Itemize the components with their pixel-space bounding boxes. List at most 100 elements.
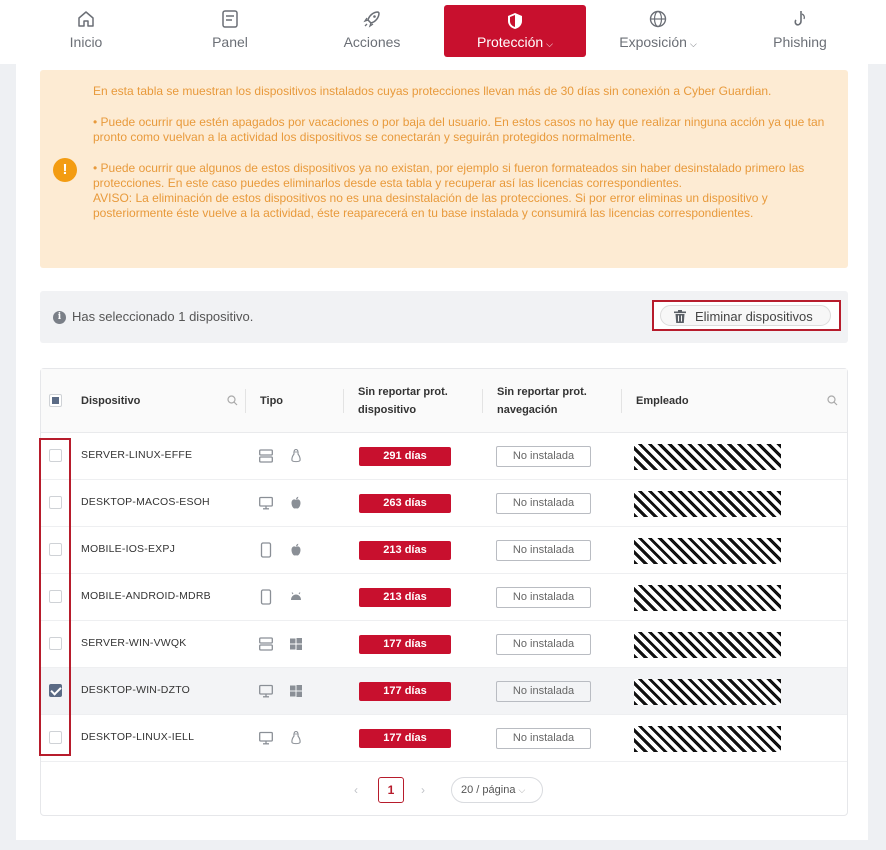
chevron-down-icon: ⌵ <box>689 39 697 49</box>
selection-text: Has seleccionado 1 dispositivo. <box>72 309 254 324</box>
trash-icon <box>674 310 686 323</box>
alert-text: En esta tabla se muestran los dispositiv… <box>93 84 838 221</box>
nav-item-panel[interactable]: Panel <box>160 0 300 60</box>
days-badge: 213 días <box>359 588 451 607</box>
nav-item-inicio[interactable]: Inicio <box>16 0 156 60</box>
select-all-checkbox[interactable] <box>49 394 62 407</box>
apple-icon <box>289 542 303 558</box>
alert-sentence: • Puede ocurrir que algunos de estos dis… <box>93 161 805 190</box>
column-separator <box>245 389 246 413</box>
hook-icon <box>794 11 806 26</box>
nav-status-badge: No instalada <box>496 634 591 655</box>
nav-status-badge: No instalada <box>496 540 591 561</box>
mobile-icon <box>259 542 273 558</box>
mobile-icon <box>259 589 273 605</box>
page-1-button[interactable]: 1 <box>378 777 404 803</box>
header-employee: Empleado <box>636 395 689 407</box>
nav-item-proteccion[interactable]: Protección ⌵ <box>444 5 586 57</box>
nav-label: Exposición <box>619 34 687 50</box>
column-separator <box>482 389 483 413</box>
employee-redacted <box>634 444 781 470</box>
android-icon <box>289 589 303 605</box>
employee-redacted <box>634 726 781 752</box>
panel-icon <box>222 10 238 28</box>
table-row[interactable]: SERVER-WIN-VWQK 177 días No instalada <box>41 621 847 668</box>
device-name: SERVER-WIN-VWQK <box>81 637 187 649</box>
search-icon[interactable] <box>227 395 238 406</box>
alert-notice: AVISO: La eliminación de estos dispositi… <box>93 191 768 220</box>
header-prot-nav-line1: Sin reportar prot. <box>497 386 587 398</box>
column-separator <box>621 389 622 413</box>
alert-paragraph: • Puede ocurrir que algunos de estos dis… <box>93 161 838 221</box>
pagination: ‹ 1 › 20 / página ⌵ <box>41 777 847 807</box>
nav-status-badge: No instalada <box>496 446 591 467</box>
nav-label: Panel <box>212 34 248 50</box>
server-icon <box>259 636 273 652</box>
page-size-value: 20 / página <box>461 784 516 796</box>
main-card: ! En esta tabla se muestran los disposit… <box>16 64 868 840</box>
rocket-icon <box>363 11 380 28</box>
chevron-down-icon: ⌵ <box>518 785 526 795</box>
header-prot-nav: Sin reportar prot. navegación <box>497 383 587 419</box>
device-name: MOBILE-IOS-EXPJ <box>81 543 176 555</box>
nav-label: Acciones <box>343 34 401 50</box>
device-name: DESKTOP-LINUX-IELL <box>81 731 195 743</box>
table-row[interactable]: DESKTOP-MACOS-ESOH 263 días No instalada <box>41 480 847 527</box>
checkbox-column-highlight <box>39 438 71 756</box>
nav-item-exposicion[interactable]: Exposición ⌵ <box>588 0 728 60</box>
nav-label: Protección <box>477 34 544 50</box>
days-badge: 177 días <box>359 682 451 701</box>
header-prot-device-line2: dispositivo <box>358 404 417 416</box>
device-name: MOBILE-ANDROID-MDRB <box>81 590 211 602</box>
days-badge: 213 días <box>359 541 451 560</box>
nav-item-phishing[interactable]: Phishing <box>730 0 870 60</box>
header-prot-device: Sin reportar prot. dispositivo <box>358 383 448 419</box>
selection-bar: i Has seleccionado 1 dispositivo. Elimin… <box>40 291 848 343</box>
table-row[interactable]: DESKTOP-WIN-DZTO 177 días No instalada <box>41 668 847 715</box>
device-name: DESKTOP-WIN-DZTO <box>81 684 190 696</box>
nav-item-acciones[interactable]: Acciones <box>302 0 442 60</box>
delete-devices-label: Eliminar dispositivos <box>695 309 813 324</box>
alert-paragraph: En esta tabla se muestran los dispositiv… <box>93 84 772 98</box>
table-row[interactable]: SERVER-LINUX-EFFE 291 días No instalada <box>41 433 847 480</box>
header-device: Dispositivo <box>81 395 141 407</box>
days-badge: 177 días <box>359 729 451 748</box>
page-size-select[interactable]: 20 / página ⌵ <box>451 777 543 803</box>
delete-devices-frame: Eliminar dispositivos <box>652 300 841 331</box>
delete-devices-button[interactable]: Eliminar dispositivos <box>660 305 831 326</box>
chevron-down-icon: ⌵ <box>546 39 553 49</box>
linux-icon <box>289 730 303 746</box>
column-separator <box>343 389 344 413</box>
table-row[interactable]: MOBILE-ANDROID-MDRB 213 días No instalada <box>41 574 847 621</box>
employee-redacted <box>634 679 781 705</box>
linux-icon <box>289 448 303 464</box>
nav-status-badge: No instalada <box>496 728 591 749</box>
nav-label: Inicio <box>69 34 103 50</box>
table-row[interactable]: MOBILE-IOS-EXPJ 213 días No instalada <box>41 527 847 574</box>
windows-icon <box>289 636 303 652</box>
header-prot-nav-line2: navegación <box>497 404 558 416</box>
prev-page-button[interactable]: ‹ <box>354 783 358 797</box>
header-type: Tipo <box>260 395 284 407</box>
employee-redacted <box>634 538 781 564</box>
next-page-button[interactable]: › <box>421 783 425 797</box>
apple-icon <box>289 495 303 511</box>
search-icon[interactable] <box>827 395 838 406</box>
info-icon: i <box>53 311 66 324</box>
server-icon <box>259 448 273 464</box>
nav-label: Phishing <box>773 34 827 50</box>
employee-redacted <box>634 491 781 517</box>
days-badge: 291 días <box>359 447 451 466</box>
days-badge: 177 días <box>359 635 451 654</box>
device-name: SERVER-LINUX-EFFE <box>81 449 193 461</box>
header-prot-device-line1: Sin reportar prot. <box>358 386 448 398</box>
home-icon <box>78 11 94 27</box>
table-row[interactable]: DESKTOP-LINUX-IELL 177 días No instalada <box>41 715 847 762</box>
windows-icon <box>289 683 303 699</box>
desktop-icon <box>259 730 273 746</box>
shield-icon <box>508 13 522 29</box>
nav-status-badge: No instalada <box>496 493 591 514</box>
info-alert: ! En esta tabla se muestran los disposit… <box>40 70 848 268</box>
warning-icon: ! <box>53 158 77 182</box>
nav-status-badge: No instalada <box>496 681 591 702</box>
